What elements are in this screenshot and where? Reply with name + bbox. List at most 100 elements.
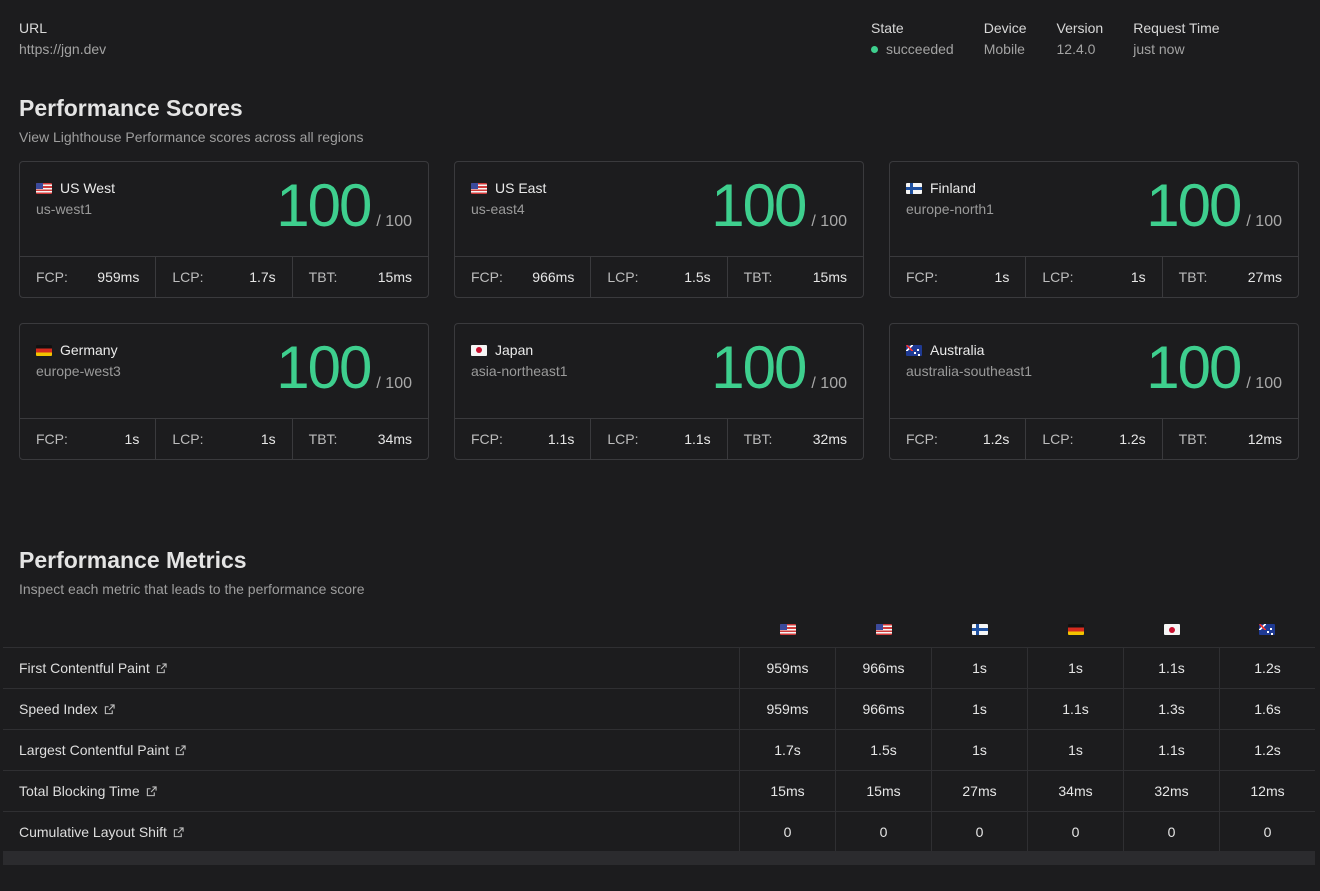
table-row: Total Blocking Time 15ms 15ms 27ms 34ms 32ms 1… <box>3 770 1315 812</box>
external-link-icon[interactable] <box>150 660 167 676</box>
region-score-card: US West us-west1 100 / 100 FCP: 959ms LCP… <box>19 161 429 298</box>
device-value: Mobile <box>983 41 1025 57</box>
lcp-value: 1.1s <box>684 431 711 447</box>
card-header: Australia australia-southeast1 100 / 100 <box>890 324 1298 419</box>
score-max: / 100 <box>811 375 847 392</box>
score-max: / 100 <box>1246 213 1282 230</box>
flag-icon <box>36 344 52 356</box>
metric-name[interactable]: Speed Index <box>3 688 740 730</box>
external-link-icon[interactable] <box>167 824 184 840</box>
card-metrics: FCP: 966ms LCP: 1.5s TBT: 15ms <box>455 257 863 297</box>
metric-value: 0 <box>931 811 1028 852</box>
metric-value: 27ms <box>931 770 1028 812</box>
tbt-label: TBT: <box>1178 431 1208 447</box>
lcp-value: 1.5s <box>684 269 711 285</box>
horizontal-scrollbar[interactable] <box>3 851 1315 865</box>
metric-value: 0 <box>739 811 836 852</box>
region-code: europe-north1 <box>906 201 994 217</box>
fcp-cell: FCP: 966ms <box>455 257 592 297</box>
run-info: State succeeded Device Mobile Version 12… <box>871 20 1220 57</box>
region-column-header <box>932 613 1028 648</box>
url-block: URL https://jgn.dev <box>19 20 106 57</box>
state-label: State <box>871 20 904 36</box>
flag-icon <box>1259 624 1276 635</box>
lcp-label: LCP: <box>1042 269 1074 285</box>
lcp-value: 1.7s <box>249 269 276 285</box>
metrics-header-row <box>3 613 1315 648</box>
table-row: Speed Index 959ms 966ms 1s 1.1s 1.3s 1.6s <box>3 688 1315 730</box>
request-time-label: Request Time <box>1133 20 1220 36</box>
metric-label[interactable]: Total Blocking Time <box>19 783 140 799</box>
metrics-title: Performance Metrics <box>19 547 247 573</box>
fcp-value: 1.1s <box>547 431 575 447</box>
tbt-value: 15ms <box>377 269 412 285</box>
tbt-cell: TBT: 15ms <box>293 257 428 297</box>
metric-value: 1.2s <box>1219 647 1315 689</box>
score-value: 100 <box>276 334 372 401</box>
card-metrics: FCP: 959ms LCP: 1.7s TBT: 15ms <box>20 257 428 297</box>
flag-icon <box>471 182 487 194</box>
lcp-value: 1s <box>260 431 276 447</box>
external-link-icon[interactable] <box>98 701 115 717</box>
status-dot-icon <box>871 45 878 53</box>
lcp-label: LCP: <box>172 269 204 285</box>
tbt-cell: TBT: 15ms <box>728 257 863 297</box>
metric-value: 1.1s <box>1027 688 1124 730</box>
metric-value: 15ms <box>739 770 836 812</box>
region-score-card: Finland europe-north1 100 / 100 FCP: 1s L… <box>889 161 1299 298</box>
tbt-value: 15ms <box>812 269 847 285</box>
fcp-value: 959ms <box>97 269 140 285</box>
tbt-value: 12ms <box>1247 431 1282 447</box>
metric-value: 1.7s <box>739 729 836 771</box>
flag-icon <box>36 182 52 194</box>
score-max: / 100 <box>376 213 412 230</box>
metric-value: 1.1s <box>1123 647 1220 689</box>
url-label: URL <box>19 20 48 36</box>
version-block: Version 12.4.0 <box>1057 20 1104 57</box>
metric-label[interactable]: Speed Index <box>19 701 98 717</box>
url-value[interactable]: https://jgn.dev <box>19 41 106 57</box>
metric-label[interactable]: Cumulative Layout Shift <box>19 824 167 840</box>
metric-value: 966ms <box>835 647 932 689</box>
table-row: Largest Contentful Paint 1.7s 1.5s 1s 1s 1.1s… <box>3 729 1315 771</box>
region-column-header <box>1124 613 1220 648</box>
metric-label[interactable]: First Contentful Paint <box>19 660 150 676</box>
metric-value: 1.2s <box>1219 729 1315 771</box>
external-link-icon[interactable] <box>140 783 157 799</box>
fcp-label: FCP: <box>36 269 68 285</box>
score: 100 / 100 <box>276 176 412 236</box>
region-name: Finland <box>930 180 976 196</box>
tbt-cell: TBT: 34ms <box>293 419 428 459</box>
external-link-icon[interactable] <box>169 742 186 758</box>
lcp-cell: LCP: 1.1s <box>591 419 728 459</box>
score-max: / 100 <box>1246 375 1282 392</box>
tbt-label: TBT: <box>743 269 773 285</box>
metrics-header: Performance Metrics Inspect each metric … <box>19 547 365 597</box>
region-name: US West <box>60 180 115 196</box>
region-name: Germany <box>60 342 118 358</box>
version-value: 12.4.0 <box>1056 41 1096 57</box>
fcp-value: 1s <box>124 431 140 447</box>
metric-value: 1s <box>1027 729 1124 771</box>
tbt-label: TBT: <box>308 269 338 285</box>
metric-label[interactable]: Largest Contentful Paint <box>19 742 169 758</box>
fcp-cell: FCP: 959ms <box>20 257 157 297</box>
flag-icon <box>875 624 892 635</box>
tbt-cell: TBT: 27ms <box>1163 257 1298 297</box>
metric-value: 32ms <box>1123 770 1220 812</box>
scores-subtitle: View Lighthouse Performance scores acros… <box>19 129 364 145</box>
metric-name[interactable]: Cumulative Layout Shift <box>3 811 740 852</box>
metric-name[interactable]: Total Blocking Time <box>3 770 740 812</box>
fcp-cell: FCP: 1.1s <box>455 419 592 459</box>
tbt-label: TBT: <box>743 431 773 447</box>
region-column-header <box>740 613 836 648</box>
region-name: Australia <box>930 342 985 358</box>
metric-name[interactable]: First Contentful Paint <box>3 647 740 689</box>
score: 100 / 100 <box>711 338 847 398</box>
flag-icon <box>1163 624 1180 635</box>
metric-value: 1.1s <box>1123 729 1220 771</box>
card-header: Finland europe-north1 100 / 100 <box>890 162 1298 257</box>
metric-name[interactable]: Largest Contentful Paint <box>3 729 740 771</box>
region-score-card: Japan asia-northeast1 100 / 100 FCP: 1.1s… <box>454 323 864 460</box>
metric-value: 0 <box>1219 811 1315 852</box>
